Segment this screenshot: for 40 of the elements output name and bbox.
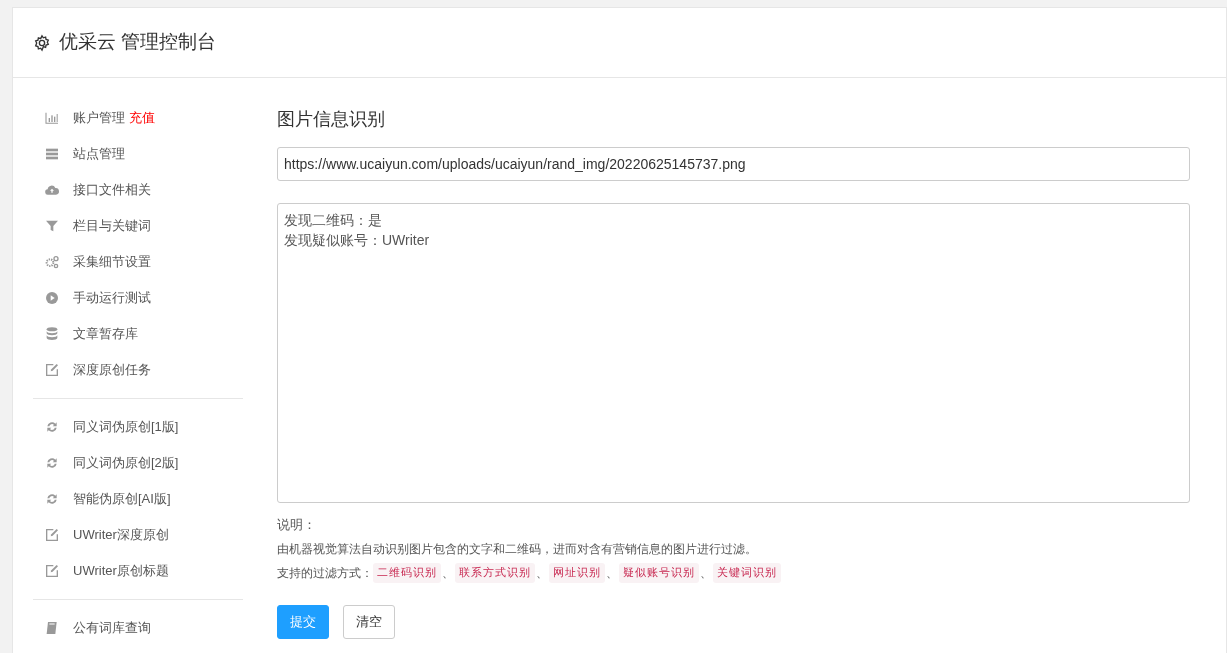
app-title: 优采云 管理控制台 — [59, 30, 217, 55]
sidebar-item[interactable]: 采集细节设置 — [33, 244, 243, 280]
separator-text: 、 — [700, 564, 712, 582]
url-field[interactable]: https://www.ucaiyun.com/uploads/ucaiyun/rand_img/20220625145737.png — [277, 147, 1190, 181]
server-icon — [43, 146, 61, 162]
sidebar-item[interactable]: 站点管理 — [33, 136, 243, 172]
sidebar-item[interactable]: 深度原创任务 — [33, 352, 243, 388]
filter-tag: 网址识别 — [549, 562, 605, 583]
edit-icon — [43, 527, 61, 543]
sidebar-item[interactable]: 文章暂存库 — [33, 316, 243, 352]
sidebar-item[interactable]: UWriter深度原创 — [33, 517, 243, 553]
edit-icon — [43, 362, 61, 378]
filter-tag: 二维码识别 — [373, 562, 441, 583]
edit-icon — [43, 563, 61, 579]
sidebar-item[interactable]: UWriter原创标题 — [33, 553, 243, 589]
bar-chart-icon — [43, 110, 61, 126]
play-icon — [43, 290, 61, 306]
separator-text: 、 — [536, 564, 548, 582]
sidebar-item[interactable]: 同义词伪原创[1版] — [33, 409, 243, 445]
clear-button[interactable]: 清空 — [343, 605, 395, 639]
sidebar-item[interactable]: 接口文件相关 — [33, 172, 243, 208]
description-text: 由机器视觉算法自动识别图片包含的文字和二维码，进而对含有营销信息的图片进行过滤。 — [277, 540, 758, 558]
page-heading: 图片信息识别 — [277, 108, 386, 131]
sidebar-item[interactable]: 智能伪原创[AI版] — [33, 481, 243, 517]
result-line: 发现疑似账号：UWriter — [284, 231, 430, 250]
separator-text: 、 — [606, 564, 618, 582]
result-textarea[interactable]: 发现二维码：是 发现疑似账号：UWriter — [277, 203, 1190, 503]
filters-label: 支持的过滤方式： — [277, 564, 373, 582]
separator-text: 、 — [442, 564, 454, 582]
sidebar-item[interactable]: 手动运行测试 — [33, 280, 243, 316]
result-line: 发现二维码：是 — [284, 211, 382, 230]
filter-tag: 疑似账号识别 — [619, 562, 699, 583]
sidebar-item[interactable]: 账户管理 充值 — [33, 100, 243, 136]
filter-tag: 关键词识别 — [713, 562, 781, 583]
notes-label: 说明： — [277, 516, 317, 534]
sidebar-item[interactable]: 栏目与关键词 — [33, 208, 243, 244]
sidebar-item[interactable]: 同义词伪原创[2版] — [33, 445, 243, 481]
sidebar-item[interactable]: 公有词库查询 — [33, 610, 243, 646]
settings-icon — [33, 33, 51, 52]
filter-tag: 联系方式识别 — [455, 562, 535, 583]
